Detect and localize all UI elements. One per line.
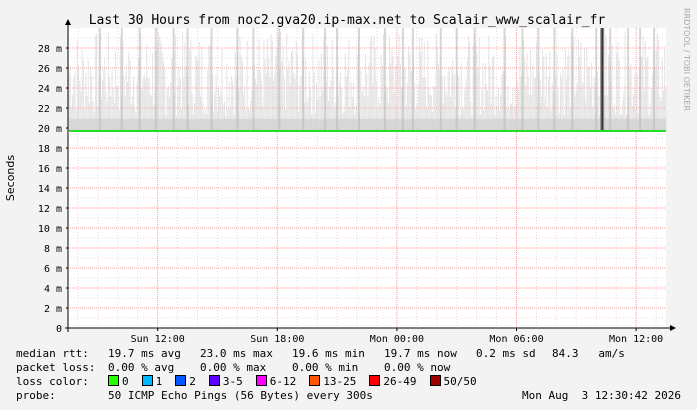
loss-color-item-label: 13-25 [323, 375, 357, 388]
loss-color-swatch [108, 375, 119, 386]
median-am: 84.3 am/s [552, 347, 625, 360]
loss-color-swatch [141, 375, 153, 386]
y-tick-label: 0 [56, 324, 62, 335]
y-tick-label: 20 m [38, 124, 62, 135]
probe-label: probe: [16, 389, 56, 402]
x-tick-label: Mon 06:00 [489, 334, 543, 345]
loss-color-item: 13-25 [309, 375, 356, 389]
x-axis-ticks: Sun 12:00 Sun 18:00 Mon 00:00 Mon 06:00 Mon … [131, 328, 663, 345]
loss-color-item-label: 0 [122, 375, 129, 388]
loss-color-swatch [309, 375, 321, 386]
loss-color-item: 50/50 [429, 375, 477, 389]
loss-color-swatch [175, 375, 187, 386]
loss-color-items: 0 1 2 3-5 6-12 13-25 26-49 50/50 [108, 375, 490, 389]
probe-text: 50 ICMP Echo Pings (56 Bytes) every 300s [108, 389, 373, 402]
x-tick-label: Sun 18:00 [250, 334, 304, 345]
y-tick-label: 4 m [44, 284, 62, 295]
loss-min: 0.00 % min [292, 361, 359, 374]
y-tick-label: 24 m [38, 84, 62, 95]
x-axis-arrow [670, 325, 676, 331]
loss-color-item-label: 6-12 [269, 375, 297, 388]
loss-now: 0.00 % now [384, 361, 451, 374]
loss-color-item: 6-12 [255, 375, 297, 389]
y-tick-label: 10 m [38, 224, 62, 235]
median-min: 19.6 ms min [292, 347, 365, 360]
loss-color-item-label: 1 [155, 375, 163, 388]
chart-title: Last 30 Hours from noc2.gva20.ip-max.net… [89, 13, 606, 28]
y-tick-label: 2 m [44, 304, 62, 315]
probe-timestamp: Mon Aug 3 12:30:42 2026 [522, 389, 681, 402]
loss-avg: 0.00 % avg [108, 361, 175, 374]
legend-loss-row: packet loss: 0.00 % avg 0.00 % max 0.00 % m… [16, 361, 450, 375]
loss-color-swatch [208, 375, 220, 386]
loss-color-label: loss color: [16, 375, 89, 388]
y-axis-ticks: 0 2 m 4 m 6 m 8 m 10 m 12 m 14 m 16 m 18 m 20 m 22 … [38, 44, 68, 335]
loss-color-item-label: 2 [189, 375, 196, 388]
loss-max: 0.00 % max [200, 361, 267, 374]
median-now: 19.7 ms now [384, 347, 457, 360]
loss-color-item-label: 26-49 [383, 375, 417, 388]
loss-color-item: 0 [108, 375, 129, 389]
loss-color-item-label: 3-5 [222, 375, 243, 388]
legend: median rtt: 19.7 ms avg 23.0 ms max 19.6 ms… [0, 345, 697, 410]
legend-probe-row: probe: 50 ICMP Echo Pings (56 Bytes) ever… [16, 389, 681, 403]
y-tick-label: 26 m [38, 64, 62, 75]
median-label: median rtt: [16, 347, 89, 360]
y-tick-label: 18 m [38, 144, 62, 155]
y-tick-label: 22 m [38, 104, 62, 115]
median-avg: 19.7 ms avg [108, 347, 181, 360]
loss-label: packet loss: [16, 361, 96, 374]
loss-color-item: 26-49 [369, 375, 417, 389]
y-tick-label: 12 m [38, 204, 62, 215]
y-tick-label: 28 m [38, 44, 62, 55]
median-max: 23.0 ms max [200, 347, 273, 360]
x-tick-label: Sun 12:00 [131, 334, 185, 345]
legend-loss-color-row: loss color: 0 1 2 3-5 6-12 13-25 26-49 50/50 [16, 375, 477, 389]
y-axis-label: Seconds [4, 155, 17, 201]
y-tick-label: 16 m [38, 164, 62, 175]
x-tick-label: Mon 12:00 [609, 334, 663, 345]
loss-color-swatch [429, 375, 441, 386]
y-tick-label: 14 m [38, 184, 62, 195]
loss-color-item: 1 [141, 375, 163, 389]
loss-color-swatch [369, 375, 381, 386]
loss-color-item-label: 50/50 [443, 375, 477, 388]
x-tick-label: Mon 00:00 [370, 334, 424, 345]
y-tick-label: 8 m [44, 244, 62, 255]
median-sd: 0.2 ms sd [476, 347, 536, 360]
watermark: RRDTOOL / TOBI OETIKER [682, 8, 691, 111]
loss-color-swatch [255, 375, 267, 386]
y-axis-arrow [65, 19, 71, 25]
loss-color-item: 2 [175, 375, 196, 389]
y-tick-label: 6 m [44, 264, 62, 275]
loss-color-item: 3-5 [208, 375, 243, 389]
latency-chart: 0 2 m 4 m 6 m 8 m 10 m 12 m 14 m 16 m 18 m 20 m 22 … [4, 8, 691, 345]
legend-median-row: median rtt: 19.7 ms avg 23.0 ms max 19.6 ms… [16, 347, 625, 361]
